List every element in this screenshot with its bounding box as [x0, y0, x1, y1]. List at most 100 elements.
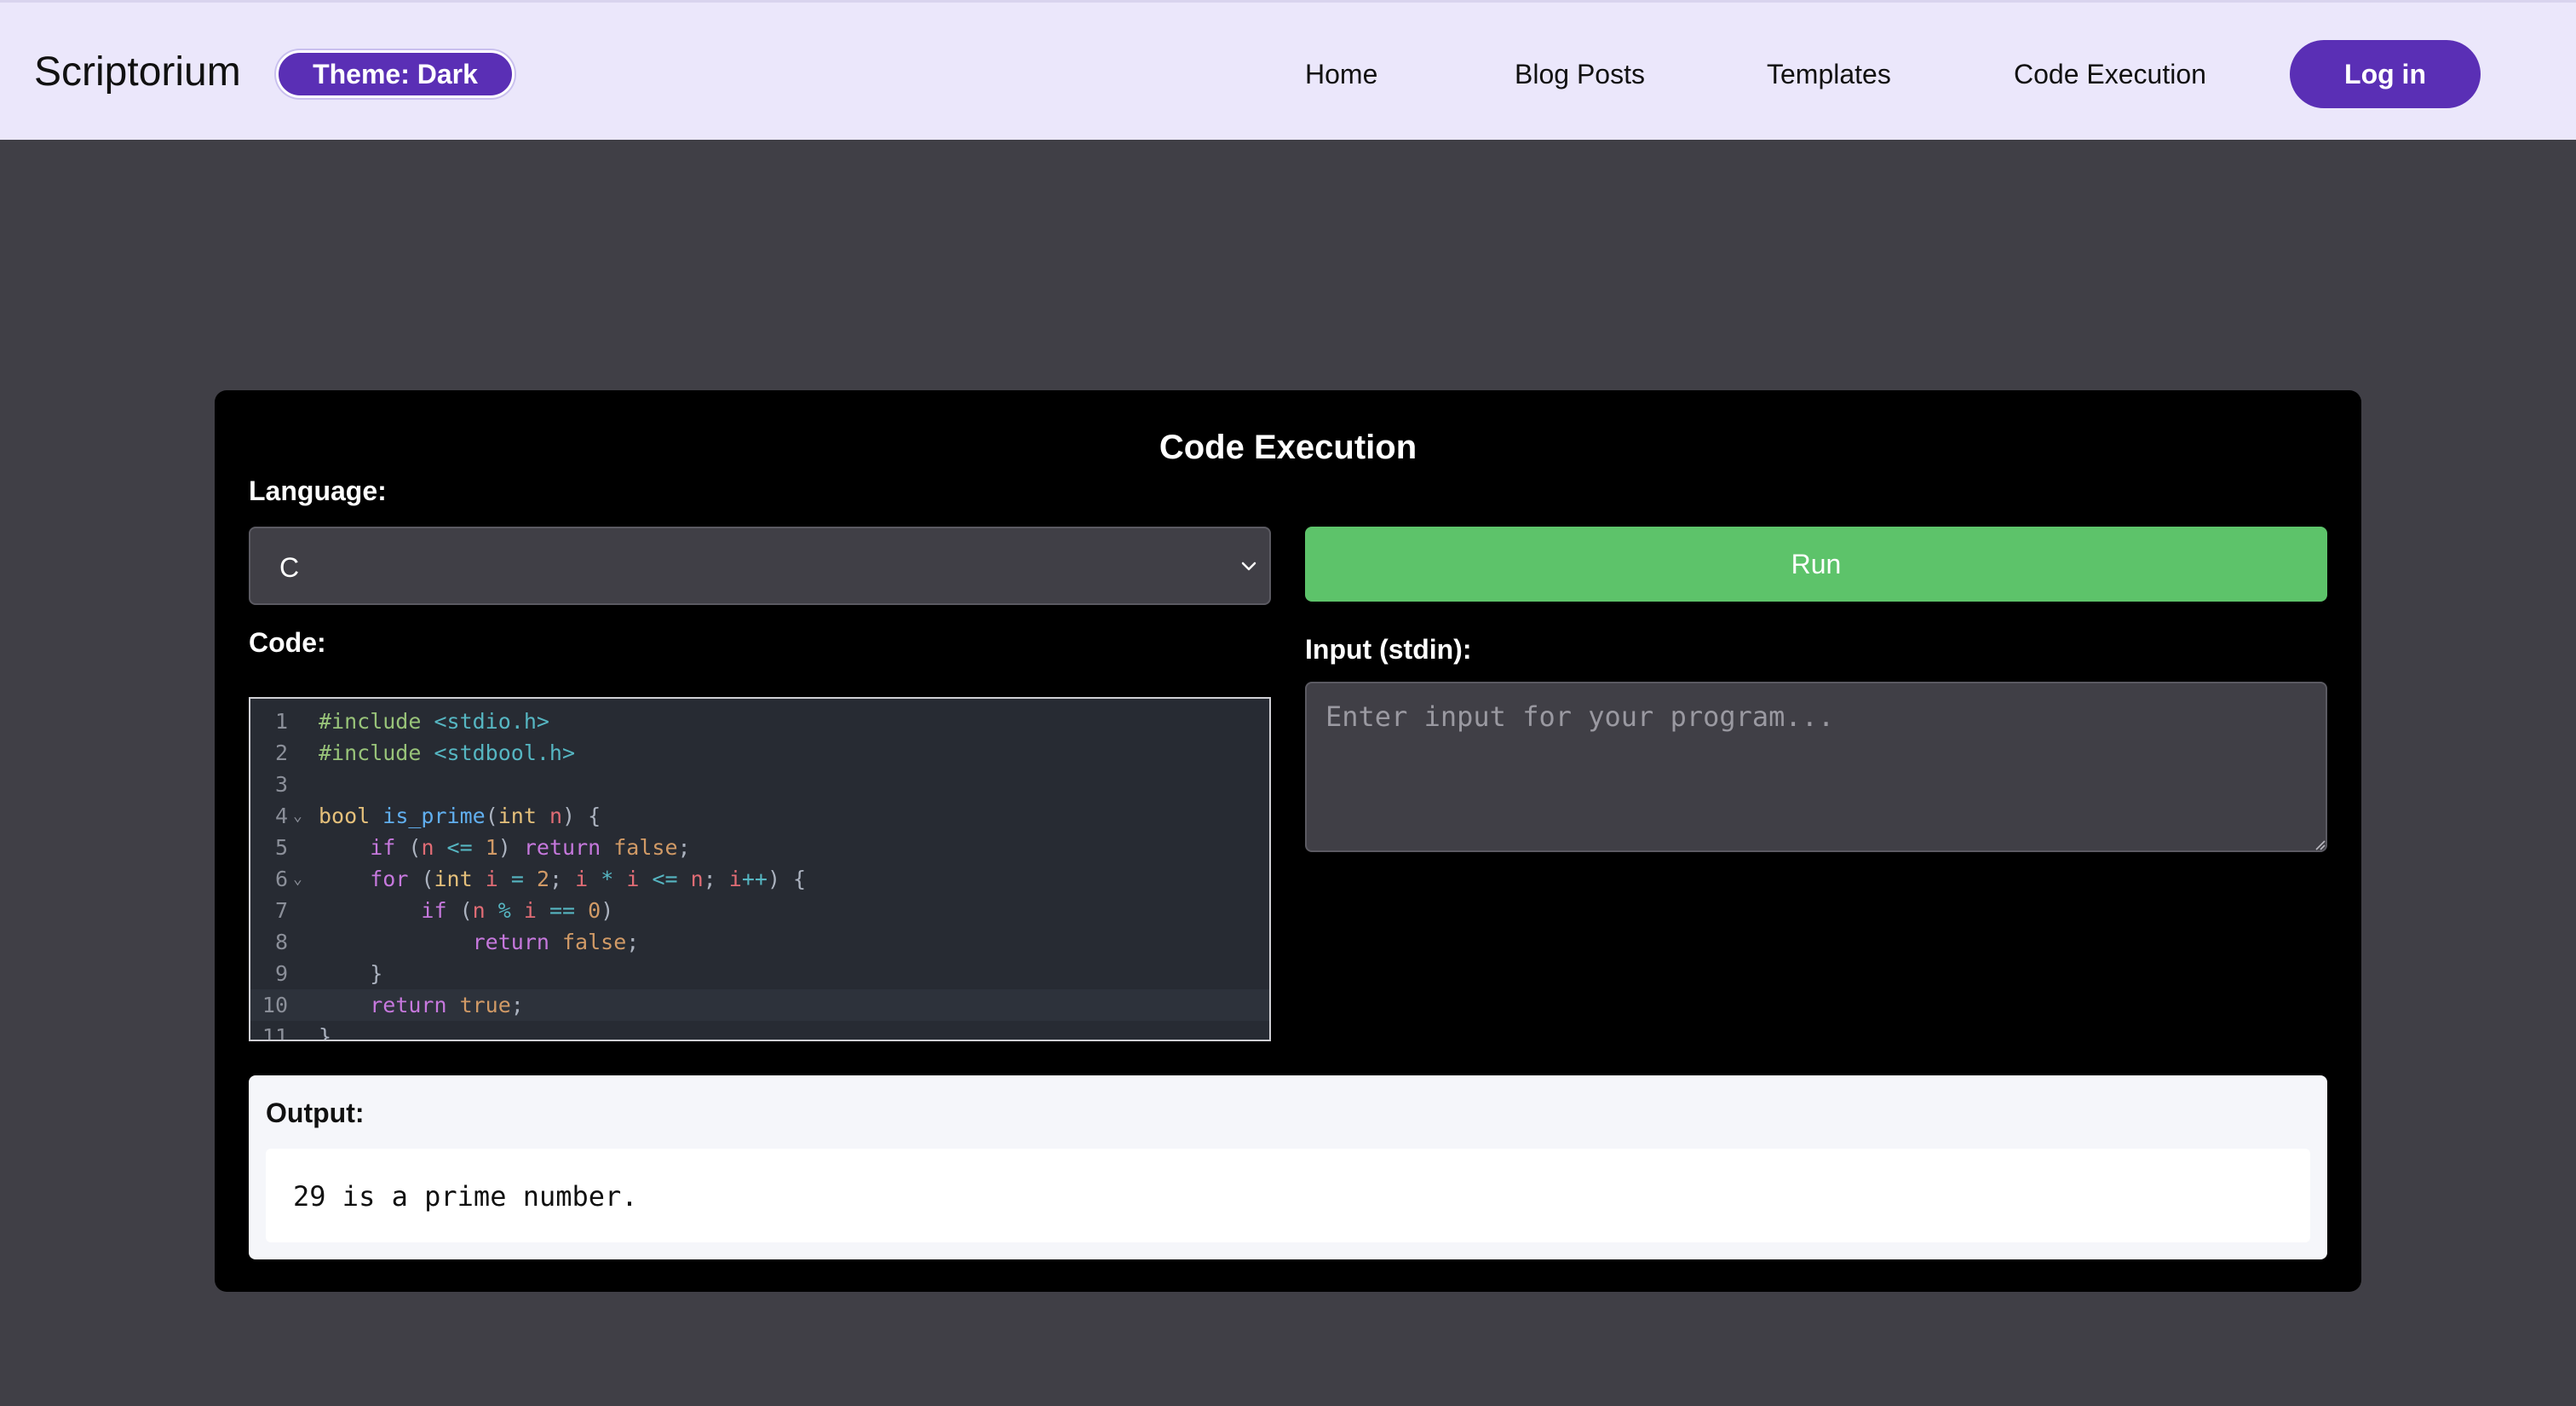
- page-title: Code Execution: [1159, 429, 1417, 466]
- code-token: return: [370, 993, 460, 1017]
- code-text: if (n <= 1) return false;: [319, 832, 691, 863]
- code-token: %: [497, 898, 524, 923]
- nav-link-home[interactable]: Home: [1305, 57, 1377, 91]
- code-token: <stdbool.h>: [434, 740, 576, 765]
- code-token: ;: [677, 835, 691, 860]
- code-token: ==: [549, 898, 589, 923]
- output-panel: Output: 29 is a prime number.: [249, 1075, 2327, 1259]
- code-token: true: [459, 993, 511, 1017]
- code-text: bool is_prime(int n) {: [319, 800, 601, 832]
- code-token: *: [601, 867, 627, 891]
- brand-logo-text[interactable]: Scriptorium: [34, 47, 241, 98]
- code-token: if: [421, 898, 460, 923]
- login-button[interactable]: Log in: [2290, 40, 2481, 108]
- code-line[interactable]: 10 return true;: [250, 989, 1269, 1021]
- code-token: i: [575, 867, 601, 891]
- code-token: ): [601, 898, 614, 923]
- code-token: ;: [703, 867, 729, 891]
- code-token: }: [319, 961, 383, 986]
- code-token: <=: [652, 867, 691, 891]
- top-nav-bar: Scriptorium Theme: Dark Home Blog Posts …: [0, 0, 2576, 140]
- line-number: 8: [274, 930, 288, 954]
- line-number: 9: [274, 961, 288, 986]
- code-token: =: [510, 867, 537, 891]
- code-line[interactable]: 5 if (n <= 1) return false;: [250, 832, 1269, 863]
- code-line[interactable]: 7 if (n % i == 0): [250, 895, 1269, 926]
- code-line[interactable]: 1 #include <stdio.h>: [250, 706, 1269, 737]
- code-text: #include <stdbool.h>: [319, 737, 575, 769]
- nav-link-code-execution[interactable]: Code Execution: [2014, 57, 2206, 91]
- code-token: #include: [319, 709, 434, 734]
- code-token: n: [421, 835, 447, 860]
- code-token: bool: [319, 804, 383, 828]
- code-text: if (n % i == 0): [319, 895, 613, 926]
- line-number: 6: [274, 867, 288, 891]
- code-token: n: [549, 804, 563, 828]
- theme-toggle-button[interactable]: Theme: Dark: [276, 50, 515, 98]
- code-token: 0: [588, 898, 601, 923]
- code-token: (: [421, 867, 434, 891]
- run-button[interactable]: Run: [1305, 527, 2327, 602]
- code-line[interactable]: 11}: [250, 1021, 1269, 1041]
- line-number: 11: [262, 1024, 288, 1041]
- line-number: 7: [274, 898, 288, 923]
- code-token: ;: [549, 867, 576, 891]
- code-line[interactable]: 4 ⌄ bool is_prime(int n) {: [250, 800, 1269, 832]
- line-number: 4: [274, 804, 288, 828]
- nav-link-blog-posts[interactable]: Blog Posts: [1515, 57, 1645, 91]
- language-select-value: C: [279, 552, 300, 583]
- code-token: i: [728, 867, 742, 891]
- code-line[interactable]: 9 }: [250, 958, 1269, 989]
- code-editor[interactable]: 1 #include <stdio.h> 2 #include <stdbool.h>…: [249, 697, 1271, 1041]
- stdin-label: Input (stdin):: [1305, 634, 1472, 665]
- chevron-down-icon: [1241, 562, 1256, 571]
- code-line[interactable]: 8 return false;: [250, 926, 1269, 958]
- line-number: 3: [274, 772, 288, 797]
- language-label: Language:: [249, 475, 387, 506]
- code-token: (: [408, 835, 422, 860]
- fold-chevron-icon[interactable]: ⌄: [293, 863, 302, 895]
- language-select[interactable]: C: [249, 527, 1271, 605]
- fold-chevron-icon[interactable]: ⌄: [293, 800, 302, 832]
- code-token: return: [472, 930, 562, 954]
- code-token: ;: [626, 930, 640, 954]
- code-token: n: [690, 867, 704, 891]
- code-line[interactable]: 2 #include <stdbool.h>: [250, 737, 1269, 769]
- code-text: }: [319, 1021, 331, 1040]
- resize-handle-icon[interactable]: [2314, 838, 2326, 850]
- code-text: return true;: [319, 989, 524, 1021]
- code-token: ) {: [767, 867, 807, 891]
- code-token: ) {: [562, 804, 601, 828]
- code-token: is_prime: [382, 804, 486, 828]
- code-token: false: [613, 835, 678, 860]
- code-token: ;: [510, 993, 524, 1017]
- code-token: 2: [536, 867, 549, 891]
- code-token: return: [523, 835, 614, 860]
- line-number: 1: [274, 709, 288, 734]
- code-token: 1: [485, 835, 498, 860]
- code-token: for: [370, 867, 422, 891]
- nav-link-templates[interactable]: Templates: [1767, 57, 1891, 91]
- line-number: 10: [262, 993, 288, 1017]
- code-token: i: [523, 898, 549, 923]
- stdin-input[interactable]: [1305, 682, 2327, 852]
- code-token: <stdio.h>: [434, 709, 549, 734]
- code-token: ++: [741, 867, 768, 891]
- code-line[interactable]: 3: [250, 769, 1269, 800]
- output-box: 29 is a prime number.: [266, 1149, 2310, 1242]
- code-token: (: [459, 898, 473, 923]
- code-line[interactable]: 6 ⌄ for (int i = 2; i * i <= n; i++) {: [250, 863, 1269, 895]
- output-label: Output:: [266, 1098, 365, 1128]
- code-token: false: [561, 930, 627, 954]
- code-label: Code:: [249, 627, 326, 658]
- line-number: 5: [274, 835, 288, 860]
- code-token: int: [434, 867, 486, 891]
- output-text: 29 is a prime number.: [293, 1180, 638, 1213]
- code-text: #include <stdio.h>: [319, 706, 549, 737]
- code-token: if: [370, 835, 409, 860]
